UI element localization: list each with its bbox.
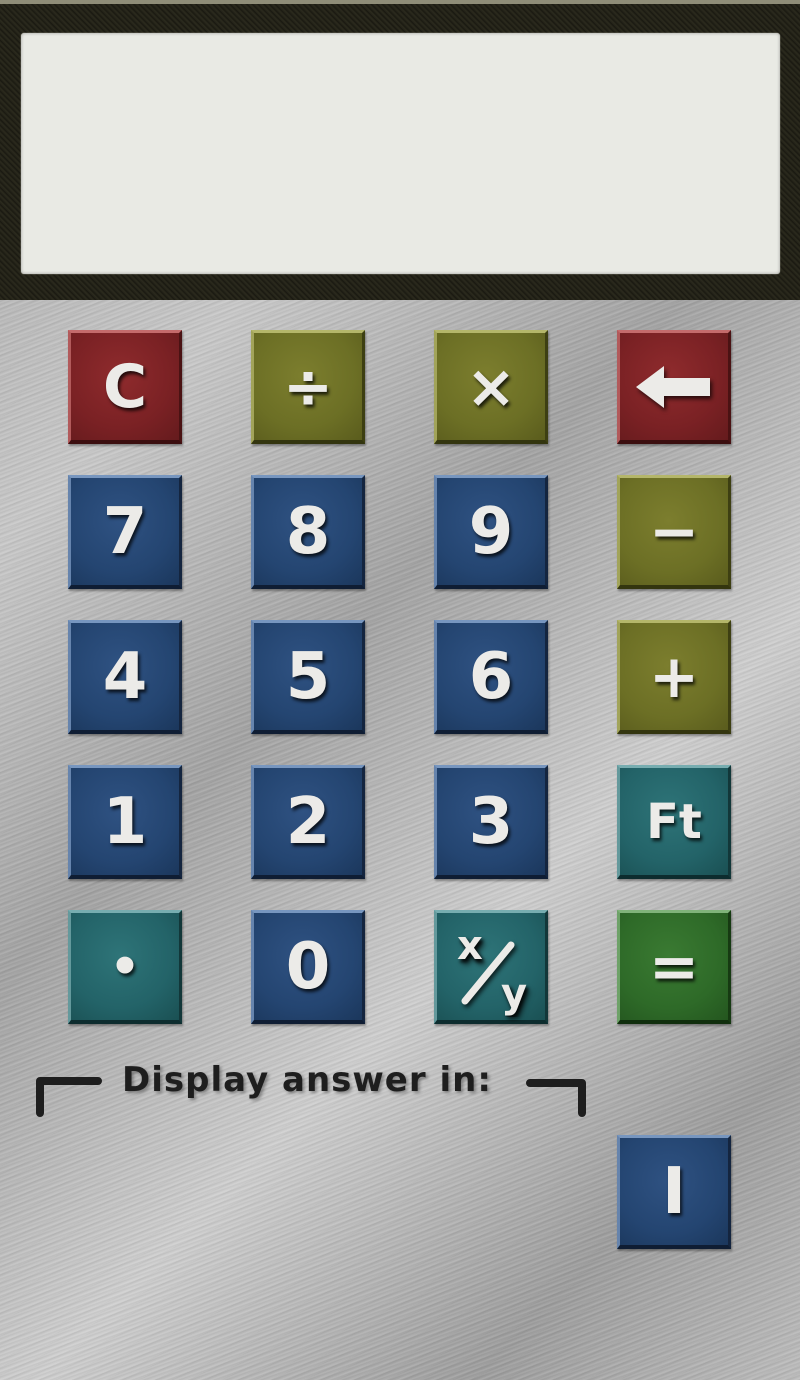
digit-0-label: 0 [285,929,331,1004]
digit-3-button[interactable]: 3 [434,765,548,879]
inches-button[interactable]: I [617,1135,731,1249]
clear-button[interactable]: C [68,330,182,444]
digit-7-label: 7 [102,494,148,569]
minus-button[interactable]: − [617,475,731,589]
backspace-button[interactable] [617,330,731,444]
decimal-point-button[interactable]: • [68,910,182,1024]
bracket-left [36,1077,102,1117]
fraction-denominator: y [501,971,527,1017]
equals-button[interactable]: = [617,910,731,1024]
multiply-label: × [465,351,517,422]
divide-label: ÷ [282,351,334,422]
inches-label: I [662,1154,686,1229]
plus-label: + [648,641,700,712]
digit-8-button[interactable]: 8 [251,475,365,589]
display-screen [21,33,780,274]
digit-5-button[interactable]: 5 [251,620,365,734]
digit-6-button[interactable]: 6 [434,620,548,734]
digit-2-label: 2 [285,784,331,859]
digit-8-label: 8 [285,494,331,569]
digit-4-label: 4 [102,639,148,714]
digit-9-label: 9 [468,494,514,569]
bracket-right [526,1079,586,1117]
multiply-button[interactable]: × [434,330,548,444]
left-arrow-icon [636,365,710,408]
fraction-icon: x y [457,923,527,1017]
equals-label: = [648,931,700,1002]
divide-button[interactable]: ÷ [251,330,365,444]
calculator-app: C ÷ × 7 8 9 − 4 5 6 + 1 2 3 Ft • 0 x y =… [0,0,800,1380]
digit-5-label: 5 [285,639,331,714]
minus-label: − [648,496,700,567]
digit-7-button[interactable]: 7 [68,475,182,589]
digit-4-button[interactable]: 4 [68,620,182,734]
display-frame [0,0,800,300]
digit-9-button[interactable]: 9 [434,475,548,589]
feet-button[interactable]: Ft [617,765,731,879]
feet-label: Ft [646,793,702,850]
plus-button[interactable]: + [617,620,731,734]
digit-1-button[interactable]: 1 [68,765,182,879]
fraction-button[interactable]: x y [434,910,548,1024]
digit-1-label: 1 [102,784,148,859]
digit-0-button[interactable]: 0 [251,910,365,1024]
digit-2-button[interactable]: 2 [251,765,365,879]
decimal-point-label: • [109,938,141,995]
fraction-numerator: x [457,923,483,969]
digit-3-label: 3 [468,784,514,859]
display-answer-in-label: Display answer in: [122,1060,492,1100]
clear-label: C [102,351,148,422]
digit-6-label: 6 [468,639,514,714]
